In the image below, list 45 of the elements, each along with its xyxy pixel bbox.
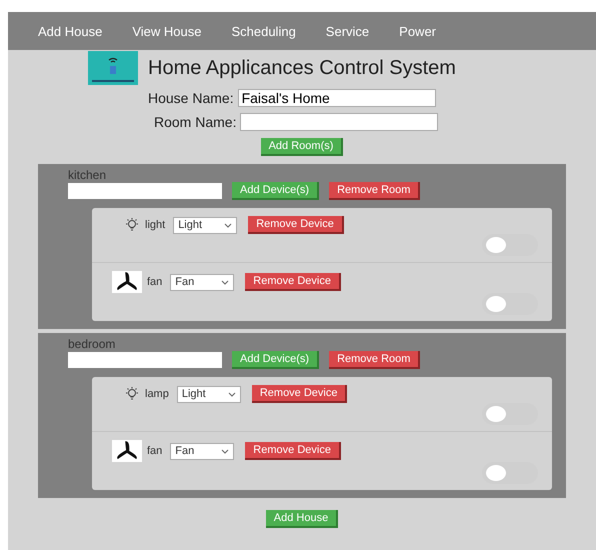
add-device-button[interactable]: Add Device(s) <box>232 182 320 200</box>
add-room-button[interactable]: Add Room(s) <box>260 138 344 156</box>
caret-icon <box>221 280 230 284</box>
logo-icon <box>88 51 138 85</box>
nav-link[interactable]: View House <box>124 24 216 38</box>
room-name: bedroom <box>68 337 116 351</box>
room-name-field[interactable] <box>240 113 438 131</box>
add-house-button[interactable]: Add House <box>266 510 338 528</box>
room-name-label: Room Name: <box>154 114 236 130</box>
lightbulb-icon <box>124 386 140 402</box>
nav-link[interactable]: Power <box>391 24 450 38</box>
caret-icon <box>221 448 230 454</box>
remove-room-button[interactable]: Remove Room <box>329 351 420 369</box>
device-name-field[interactable] <box>68 183 222 199</box>
house-name-label: House Name: <box>148 90 234 106</box>
device-name-field[interactable] <box>68 352 222 368</box>
room-name: kitchen <box>68 168 108 182</box>
nav-link[interactable]: Add House <box>30 24 116 38</box>
device-type-dropdown[interactable]: Fan <box>170 442 234 460</box>
remove-device-button[interactable]: Remove Device <box>245 442 341 460</box>
power-toggle[interactable] <box>482 234 538 256</box>
add-device-button[interactable]: Add Device(s) <box>232 351 320 369</box>
power-toggle[interactable] <box>482 293 538 315</box>
caret-icon <box>228 392 236 396</box>
lightbulb-icon <box>124 217 140 233</box>
device-type-dropdown[interactable]: Fan <box>170 274 234 290</box>
power-toggle[interactable] <box>482 403 538 425</box>
fan-icon <box>112 440 142 462</box>
device-name: fan <box>147 445 162 457</box>
nav-link[interactable]: Scheduling <box>223 24 310 38</box>
app-title: Home Applicances Control System <box>148 56 456 80</box>
remove-device-button[interactable]: Remove Device <box>245 273 341 291</box>
device-name: light <box>145 219 166 231</box>
power-toggle[interactable] <box>482 462 538 484</box>
caret-icon <box>224 222 232 228</box>
fan-icon <box>112 271 142 293</box>
device-name: fan <box>147 276 162 288</box>
device-name: lamp <box>145 388 169 400</box>
nav-link[interactable]: Service <box>318 24 384 38</box>
remove-device-button[interactable]: Remove Device <box>248 216 344 234</box>
remove-room-button[interactable]: Remove Room <box>329 182 420 200</box>
house-name-field[interactable]: Faisal's Home <box>238 89 436 107</box>
device-type-dropdown[interactable]: Light <box>176 386 241 402</box>
device-type-dropdown[interactable]: Light <box>173 216 238 234</box>
remove-device-button[interactable]: Remove Device <box>252 385 348 403</box>
